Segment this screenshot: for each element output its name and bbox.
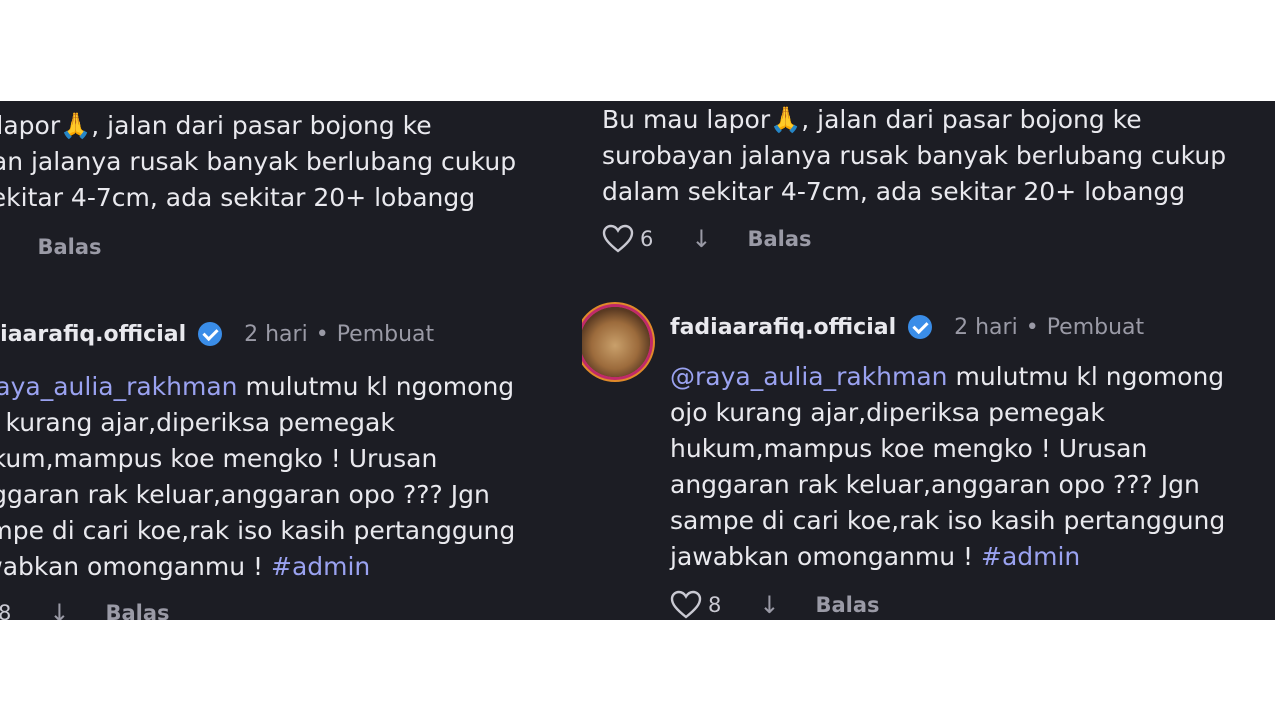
mention-link[interactable]: @raya_aulia_rakhman: [0, 372, 238, 401]
reply-body: @raya_aulia_rakhman mulutmu kl ngomong o…: [0, 369, 515, 585]
separator-dot: •: [315, 321, 329, 347]
comment-text-line-1: Bu mau lapor: [0, 111, 61, 140]
creator-badge: Pembuat: [336, 321, 435, 347]
like-count: 8: [708, 593, 722, 617]
reply-text-line-6: jawabkan omonganmu !: [670, 542, 981, 571]
heart-icon[interactable]: [602, 224, 634, 254]
reply-button[interactable]: Balas: [815, 593, 879, 617]
username[interactable]: fadiaarafiq.official: [0, 322, 186, 347]
screenshot-panel-left: Bu mau lapor🙏, jalan dari pasar bojong k…: [0, 101, 582, 620]
username[interactable]: fadiaarafiq.official: [670, 315, 896, 340]
reply-text-line-1: mulutmu kl ngomong: [237, 372, 515, 401]
reply-text-line-5: sampe di cari koe,rak iso kasih pertangg…: [670, 506, 1226, 535]
pray-emoji-icon: 🙏: [770, 105, 802, 134]
separator-dot: •: [1025, 314, 1039, 340]
pray-emoji-icon: 🙏: [60, 111, 92, 140]
reply-actions: 8 ↓ Balas: [0, 595, 170, 620]
reply-text-line-4: anggaran rak keluar,anggaran opo ??? Jgn: [0, 480, 490, 509]
comment-body: Bu mau lapor🙏, jalan dari pasar bojong k…: [0, 108, 516, 216]
creator-badge: Pembuat: [1046, 314, 1145, 340]
arrow-down-icon[interactable]: ↓: [49, 599, 69, 620]
timestamp: 2 hari: [244, 321, 308, 347]
comment-actions: 6 ↓ Balas: [602, 221, 812, 257]
reply-text-line-4: anggaran rak keluar,anggaran opo ??? Jgn: [670, 470, 1200, 499]
reply-text-line-2: ojo kurang ajar,diperiksa pemegak: [0, 408, 395, 437]
reply-button[interactable]: Balas: [105, 601, 169, 620]
arrow-down-icon[interactable]: ↓: [691, 225, 711, 253]
avatar[interactable]: [582, 307, 650, 377]
heart-icon[interactable]: [670, 590, 702, 620]
like-count: 6: [640, 227, 654, 251]
reply-button[interactable]: Balas: [747, 227, 811, 251]
hashtag-link[interactable]: #admin: [271, 552, 370, 581]
reply-header: fadiaarafiq.official 2 hari • Pembuat: [670, 311, 1144, 343]
arrow-down-icon[interactable]: ↓: [0, 233, 1, 261]
comment-text-line-3: dalam sekitar 4-7cm, ada sekitar 20+ lob…: [0, 183, 476, 212]
reply-text-line-1: mulutmu kl ngomong: [947, 362, 1225, 391]
comment-text-line-2: surobayan jalanya rusak banyak berlubang…: [0, 147, 517, 176]
reply-header: fadiaarafiq.official 2 hari • Pembuat: [0, 318, 434, 350]
reply-text-line-6: jawabkan omonganmu !: [0, 552, 264, 581]
comment-actions: 6 ↓ Balas: [0, 229, 102, 265]
screenshot-panel-right: Bu mau lapor🙏, jalan dari pasar bojong k…: [582, 101, 1275, 620]
reply-actions: 8 ↓ Balas: [670, 587, 880, 620]
reply-body: @raya_aulia_rakhman mulutmu kl ngomong o…: [670, 359, 1225, 575]
like-count: 8: [0, 601, 12, 620]
comment-text-line-1: Bu mau lapor: [602, 105, 771, 134]
reply-text-line-2: ojo kurang ajar,diperiksa pemegak: [670, 398, 1105, 427]
comment-text-line-1b: , jalan dari pasar bojong ke: [91, 111, 432, 140]
reply-text-line-5: sampe di cari koe,rak iso kasih pertangg…: [0, 516, 516, 545]
reply-text-line-3: hukum,mampus koe mengko ! Urusan: [0, 444, 438, 473]
comment-text-line-1b: , jalan dari pasar bojong ke: [801, 105, 1142, 134]
arrow-down-icon[interactable]: ↓: [759, 591, 779, 619]
comment-body: Bu mau lapor🙏, jalan dari pasar bojong k…: [602, 102, 1226, 210]
timestamp: 2 hari: [954, 314, 1018, 340]
reply-text-line-3: hukum,mampus koe mengko ! Urusan: [670, 434, 1148, 463]
hashtag-link[interactable]: #admin: [981, 542, 1080, 571]
reply-button[interactable]: Balas: [37, 235, 101, 259]
verified-badge-icon: [198, 322, 223, 346]
verified-badge-icon: [908, 315, 933, 339]
mention-link[interactable]: @raya_aulia_rakhman: [670, 362, 948, 391]
comment-text-line-3: dalam sekitar 4-7cm, ada sekitar 20+ lob…: [602, 177, 1186, 206]
comment-text-line-2: surobayan jalanya rusak banyak berlubang…: [602, 141, 1227, 170]
